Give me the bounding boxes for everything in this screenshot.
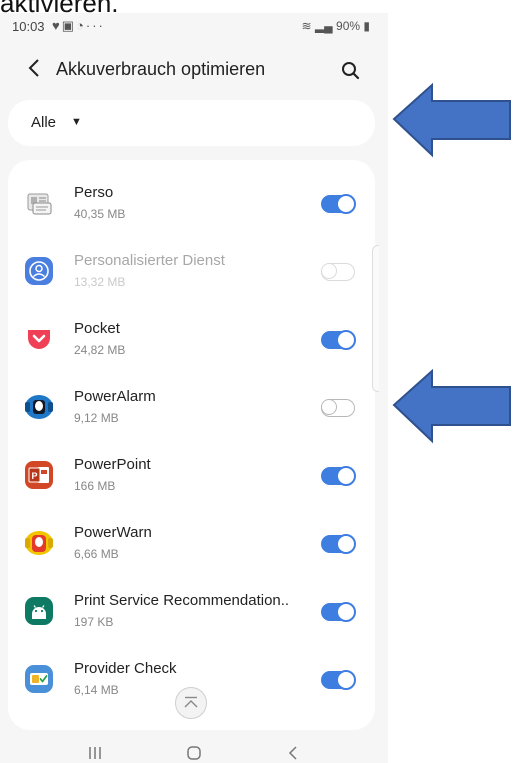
battery-icon: ▮ xyxy=(363,19,370,33)
chevron-up-double-icon xyxy=(184,696,198,708)
recents-icon xyxy=(89,747,101,759)
more-icon: ··· xyxy=(85,18,105,33)
status-time: 10:03 xyxy=(12,19,45,34)
optimize-toggle[interactable] xyxy=(321,330,356,350)
phone-screen: 10:03 ♥▣◔··· ≋ ▂▄ 90% ▮ Akkuverbrauch op… xyxy=(0,13,388,763)
back-nav-button[interactable] xyxy=(278,741,308,763)
status-right: ≋ ▂▄ 90% ▮ xyxy=(302,19,370,33)
list-item-poweralarm[interactable]: PowerAlarm 9,12 MB xyxy=(8,376,375,444)
app-size: 40,35 MB xyxy=(74,207,126,221)
optimize-toggle[interactable] xyxy=(321,263,355,281)
list-item-powerwarn[interactable]: PowerWarn 6,66 MB xyxy=(8,512,375,580)
caret-down-icon: ▼ xyxy=(71,116,82,128)
back-icon xyxy=(288,746,297,760)
app-size: 6,66 MB xyxy=(74,547,119,561)
recents-button[interactable] xyxy=(80,741,110,763)
app-size: 9,12 MB xyxy=(74,411,119,425)
signal-icon: ▂▄ xyxy=(314,19,333,33)
list-item-pocket[interactable]: Pocket 24,82 MB xyxy=(8,308,375,376)
powerpoint-icon: P xyxy=(25,461,53,489)
chat-icon: ◔ xyxy=(76,18,86,33)
person-sync-icon xyxy=(25,257,53,285)
scroll-handle[interactable] xyxy=(372,245,379,392)
app-list: Perso 40,35 MB Personalisierter Dienst 1… xyxy=(8,160,375,730)
toggle-knob xyxy=(336,466,356,486)
app-name: Print Service Recommendation.. xyxy=(74,592,290,609)
home-icon xyxy=(187,746,201,760)
scroll-to-top-button[interactable] xyxy=(175,687,207,719)
nav-bar xyxy=(0,733,388,763)
warning-light-icon xyxy=(25,531,53,555)
app-size: 6,14 MB xyxy=(74,683,119,697)
app-name: PowerWarn xyxy=(74,524,152,541)
pocket-icon xyxy=(28,330,50,349)
toggle-knob xyxy=(321,263,337,279)
battery-percent: 90% xyxy=(336,19,361,33)
optimize-toggle[interactable] xyxy=(321,466,356,486)
back-button[interactable] xyxy=(22,57,46,85)
toggle-knob xyxy=(321,399,337,415)
app-name: PowerAlarm xyxy=(74,388,156,405)
app-size: 24,82 MB xyxy=(74,343,126,357)
list-item-print-service[interactable]: Print Service Recommendation.. 197 KB xyxy=(8,580,375,648)
optimize-toggle[interactable] xyxy=(321,670,356,690)
app-name: Provider Check xyxy=(74,660,177,677)
wifi-icon: ≋ xyxy=(301,19,312,33)
app-size: 197 KB xyxy=(74,615,114,629)
optimize-toggle[interactable] xyxy=(321,602,356,622)
android-icon xyxy=(25,597,53,625)
filter-label: Alle xyxy=(31,114,57,131)
app-name: Perso xyxy=(74,184,114,201)
id-card-icon xyxy=(27,193,52,215)
toggle-knob xyxy=(336,602,356,622)
chevron-left-icon xyxy=(28,59,39,77)
toggle-knob xyxy=(336,534,356,554)
search-button[interactable] xyxy=(338,58,364,84)
toggle-knob xyxy=(336,194,356,214)
app-size: 166 MB xyxy=(74,479,116,493)
list-item-perso[interactable]: Perso 40,35 MB xyxy=(8,172,375,240)
optimize-toggle[interactable] xyxy=(321,399,355,417)
app-name: Pocket xyxy=(74,320,120,337)
toggle-knob xyxy=(336,670,356,690)
app-name: Personalisierter Dienst xyxy=(74,252,225,269)
arrow-pointer-poweralarm xyxy=(392,369,511,444)
notification-icons: ♥▣◔··· xyxy=(52,18,105,34)
page-title: Akkuverbrauch optimieren xyxy=(56,59,266,79)
filter-dropdown[interactable]: Alle ▼ xyxy=(8,100,375,146)
svg-text:P: P xyxy=(31,471,37,481)
toggle-knob xyxy=(336,330,356,350)
page: aktivieren. 10:03 ♥▣◔··· ≋ ▂▄ 90% ▮ Akku… xyxy=(0,0,515,763)
sim-check-icon xyxy=(25,665,53,693)
status-bar: 10:03 ♥▣◔··· ≋ ▂▄ 90% ▮ xyxy=(0,13,388,43)
app-size: 13,32 MB xyxy=(74,275,126,289)
gallery-icon: ▣ xyxy=(61,18,77,33)
arrow-pointer-filter xyxy=(392,83,511,158)
home-button[interactable] xyxy=(179,741,209,763)
list-item-personalisierter-dienst[interactable]: Personalisierter Dienst 13,32 MB xyxy=(8,240,375,308)
search-icon xyxy=(342,62,360,80)
heart-icon: ♥ xyxy=(52,18,62,33)
alarm-icon xyxy=(25,395,53,419)
optimize-toggle[interactable] xyxy=(321,194,356,214)
list-item-powerpoint[interactable]: P PowerPoint 166 MB xyxy=(8,444,375,512)
optimize-toggle[interactable] xyxy=(321,534,356,554)
app-header: Akkuverbrauch optimieren xyxy=(0,43,388,99)
app-name: PowerPoint xyxy=(74,456,151,473)
